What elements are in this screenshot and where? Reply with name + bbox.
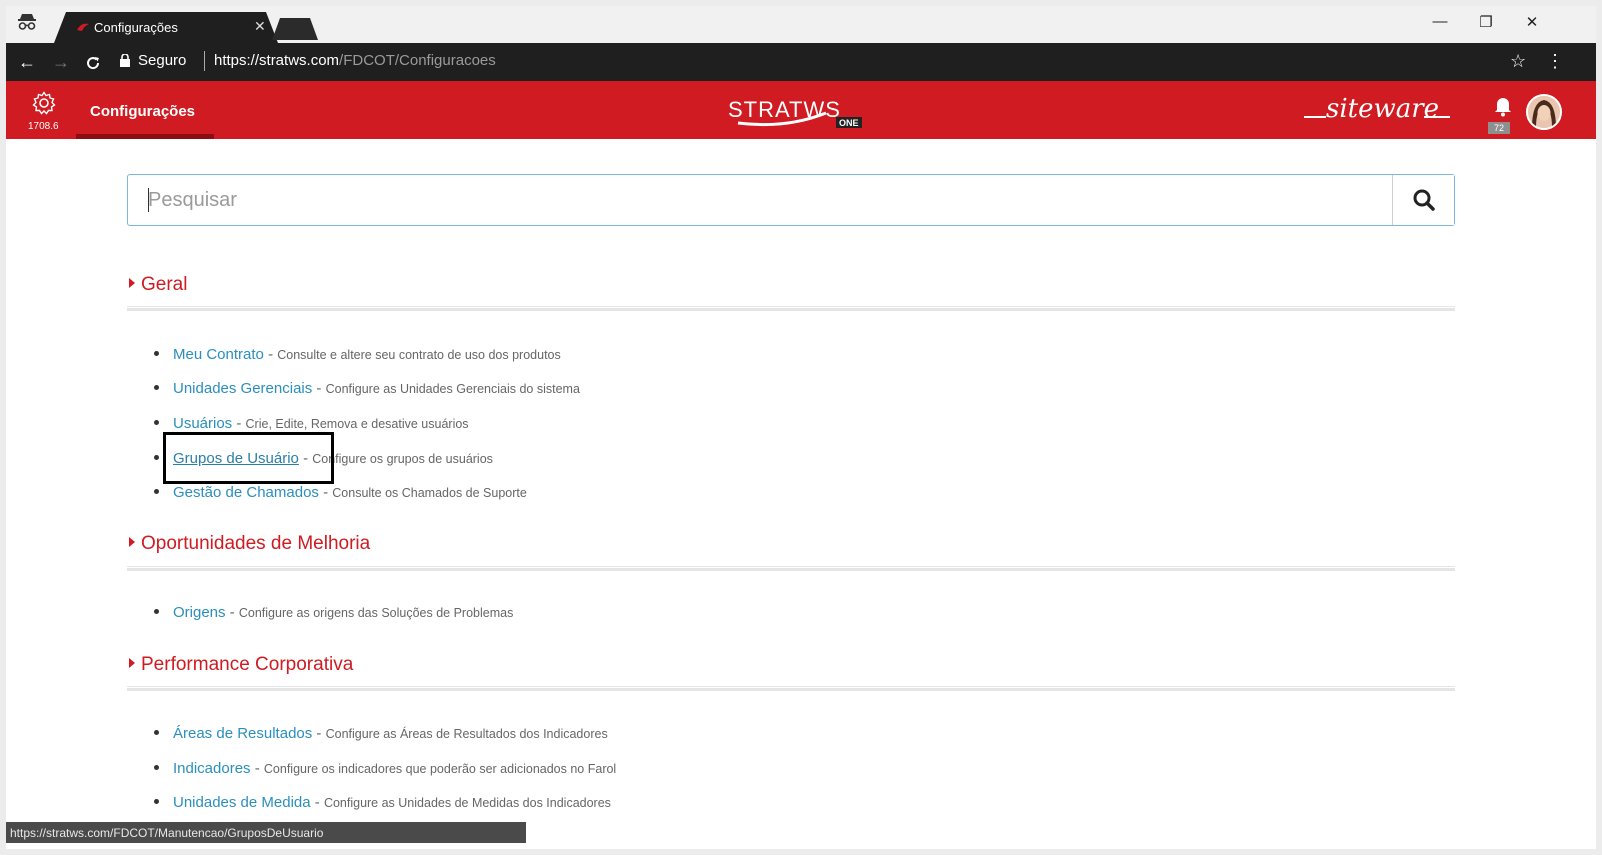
svg-text:STRATWS: STRATWS xyxy=(728,97,841,122)
search-icon xyxy=(1413,189,1435,211)
link-gestao-de-chamados[interactable]: Gestão de Chamados xyxy=(173,484,319,501)
caret-right-icon xyxy=(129,537,135,547)
section-divider xyxy=(127,306,1455,311)
link-indicadores[interactable]: Indicadores xyxy=(173,760,251,777)
svg-text:siteware: siteware xyxy=(1326,94,1439,124)
gear-icon[interactable] xyxy=(32,91,56,115)
tab-bar: Configurações ✕ — ❐ ✕ xyxy=(6,6,1596,43)
reload-icon[interactable] xyxy=(82,52,104,74)
tab-configuracoes[interactable]: Configurações ✕ xyxy=(54,12,278,43)
link-origens[interactable]: Origens xyxy=(173,604,226,621)
link-areas-de-resultados[interactable]: Áreas de Resultados xyxy=(173,725,312,742)
stratws-favicon-icon xyxy=(77,23,89,31)
list-item: Origens - Configure as origens das Soluç… xyxy=(154,604,513,621)
notification-badge: 72 xyxy=(1488,122,1510,134)
list-item: Áreas de Resultados - Configure as Áreas… xyxy=(154,725,608,742)
siteware-logo: siteware xyxy=(1304,94,1450,124)
tab-title: Configurações xyxy=(94,20,178,35)
section-title-geral[interactable]: Geral xyxy=(129,274,187,296)
highlight-box xyxy=(163,432,334,484)
section-divider xyxy=(127,686,1455,691)
version-label: 1708.6 xyxy=(28,121,59,132)
list-item: Meu Contrato - Consulte e altere seu con… xyxy=(154,346,561,363)
url-separator xyxy=(204,51,205,71)
url-text[interactable]: https://stratws.com/FDCOT/Configuracoes xyxy=(214,52,496,69)
browser-toolbar: ← → Seguro https://stratws.com/FDCOT/Con… xyxy=(6,43,1596,81)
link-unidades-gerenciais[interactable]: Unidades Gerenciais xyxy=(173,380,312,397)
bookmark-star-icon[interactable]: ☆ xyxy=(1510,51,1526,72)
caret-right-icon xyxy=(129,278,135,288)
stratws-logo: STRATWS ONE xyxy=(728,97,862,128)
minimize-icon[interactable]: — xyxy=(1418,13,1462,37)
browser-menu-icon[interactable]: ⋮ xyxy=(1546,51,1564,72)
close-tab-icon[interactable]: ✕ xyxy=(254,18,266,35)
address-bar[interactable]: Seguro https://stratws.com/FDCOT/Configu… xyxy=(116,48,1496,76)
new-tab-button[interactable] xyxy=(272,18,318,40)
bell-icon[interactable] xyxy=(1494,97,1512,117)
browser-window: Configurações ✕ — ❐ ✕ ← → Seguro https:/… xyxy=(6,6,1596,849)
back-icon[interactable]: ← xyxy=(16,52,38,74)
incognito-icon xyxy=(16,11,38,35)
list-item: Gestão de Chamados - Consulte os Chamado… xyxy=(154,484,527,501)
caret-right-icon xyxy=(129,658,135,668)
page-title[interactable]: Configurações xyxy=(90,103,195,120)
section-divider xyxy=(127,566,1455,571)
text-caret xyxy=(148,188,149,212)
list-item: Usuários - Crie, Edite, Remova e desativ… xyxy=(154,415,469,432)
close-window-icon[interactable]: ✕ xyxy=(1510,13,1554,37)
search-button[interactable] xyxy=(1392,175,1454,225)
restore-icon[interactable]: ❐ xyxy=(1464,13,1508,37)
avatar[interactable] xyxy=(1526,94,1562,130)
search-box xyxy=(127,174,1455,226)
link-unidades-de-medida[interactable]: Unidades de Medida xyxy=(173,794,311,811)
list-item: Indicadores - Configure os indicadores q… xyxy=(154,760,616,777)
section-title-oportunidades[interactable]: Oportunidades de Melhoria xyxy=(129,533,370,555)
link-meu-contrato[interactable]: Meu Contrato xyxy=(173,346,264,363)
search-input[interactable] xyxy=(128,175,1394,225)
svg-text:ONE: ONE xyxy=(839,118,859,128)
lock-icon xyxy=(120,54,130,67)
section-title-performance[interactable]: Performance Corporativa xyxy=(129,654,353,676)
forward-icon[interactable]: → xyxy=(50,52,72,74)
active-tab-indicator xyxy=(76,134,214,139)
list-item: Unidades de Medida - Configure as Unidad… xyxy=(154,794,611,811)
secure-label: Seguro xyxy=(138,52,187,69)
app-header: 1708.6 Configurações STRATWS ONE sitewar… xyxy=(6,81,1596,139)
list-item: Unidades Gerenciais - Configure as Unida… xyxy=(154,380,580,397)
status-bar-url: https://stratws.com/FDCOT/Manutencao/Gru… xyxy=(6,822,526,843)
link-usuarios[interactable]: Usuários xyxy=(173,415,232,432)
